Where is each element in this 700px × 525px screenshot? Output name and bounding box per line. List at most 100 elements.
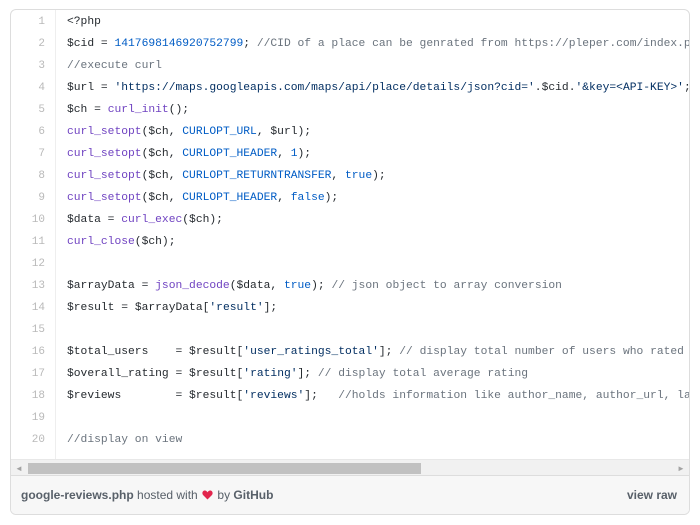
code-token: 'rating': [243, 368, 298, 380]
line-number[interactable]: 6: [11, 121, 45, 143]
code-line: 16 $total_users = $result['user_ratings_t…: [11, 341, 689, 363]
code-token: =: [94, 38, 115, 50]
code-text: curl_setopt($ch, CURLOPT_RETURNTRANSFER,…: [56, 165, 386, 187]
code-token: =: [134, 280, 156, 292]
line-number[interactable]: 18: [11, 385, 45, 407]
code-text: curl_setopt($ch, CURLOPT_HEADER, 1);: [56, 143, 311, 165]
code-line: 7 curl_setopt($ch, CURLOPT_HEADER, 1);: [11, 143, 689, 165]
code-line: 4 $url = 'https://maps.googleapis.com/map…: [11, 77, 689, 99]
code-text: curl_close($ch);: [56, 231, 175, 253]
code-token: json_decode: [155, 280, 230, 292]
line-number[interactable]: 20: [11, 429, 45, 451]
code-token: curl_setopt: [67, 148, 142, 160]
code-token: $data: [67, 214, 101, 226]
code-token: $arrayData: [134, 302, 203, 314]
code-token: CURLOPT_RETURNTRANSFER: [182, 170, 332, 182]
line-number[interactable]: 3: [11, 55, 45, 77]
line-number[interactable]: 9: [11, 187, 45, 209]
code-token: CURLOPT_HEADER: [182, 148, 278, 160]
line-number[interactable]: 19: [11, 407, 45, 429]
code-view: 1 <?php 2 $cid = 1417698146920752799; //CID…: [11, 10, 689, 459]
line-number[interactable]: 8: [11, 165, 45, 187]
code-token: 'reviews': [243, 390, 305, 402]
code-line: 10 $data = curl_exec($ch);: [11, 209, 689, 231]
code-token: );: [297, 148, 312, 160]
line-number[interactable]: 10: [11, 209, 45, 231]
code-token: =: [121, 390, 190, 402]
code-token: $cid: [67, 38, 95, 50]
code-token: .: [534, 82, 542, 94]
code-text: $data = curl_exec($ch);: [56, 209, 223, 231]
gist-embed: 1 <?php 2 $cid = 1417698146920752799; //CID…: [10, 9, 690, 515]
gist-footer: google-reviews.php hosted with by GitHub…: [11, 475, 689, 514]
code-token: //display on view: [67, 434, 183, 446]
code-token: $cid: [541, 82, 569, 94]
code-line: 13 $arrayData = json_decode($data, true);…: [11, 275, 689, 297]
line-number[interactable]: 15: [11, 319, 45, 341]
code-line: 1 <?php: [11, 11, 689, 33]
line-number[interactable]: 12: [11, 253, 45, 275]
code-line: 9 curl_setopt($ch, CURLOPT_HEADER, false)…: [11, 187, 689, 209]
code-text: curl_setopt($ch, CURLOPT_HEADER, false);: [56, 187, 338, 209]
hosted-with-text: hosted with: [133, 488, 202, 502]
code-token: );: [311, 280, 332, 292]
code-token: //holds information like author_name, au…: [338, 390, 689, 402]
code-token: ,: [168, 192, 183, 204]
code-token: curl_close: [67, 236, 135, 248]
code-line: 2 $cid = 1417698146920752799; //CID of a …: [11, 33, 689, 55]
line-number[interactable]: 5: [11, 99, 45, 121]
code-token: $data: [236, 280, 271, 292]
code-token: =: [87, 104, 108, 116]
code-token: $ch: [67, 104, 88, 116]
code-token: );: [324, 192, 339, 204]
code-token: $result: [189, 368, 237, 380]
code-token: 1: [290, 148, 298, 160]
line-number[interactable]: 2: [11, 33, 45, 55]
code-line: 8 curl_setopt($ch, CURLOPT_RETURNTRANSFER…: [11, 165, 689, 187]
heart-icon: [202, 477, 213, 500]
view-raw-link[interactable]: view raw: [627, 476, 677, 514]
code-token: ,: [277, 148, 291, 160]
code-line: 18 $reviews = $result['reviews']; //holds…: [11, 385, 689, 407]
code-line: 5 $ch = curl_init();: [11, 99, 689, 121]
line-number[interactable]: 14: [11, 297, 45, 319]
by-text: by: [214, 488, 234, 502]
line-number[interactable]: 13: [11, 275, 45, 297]
code-token: true: [283, 280, 312, 292]
code-token: =: [114, 302, 135, 314]
scrollbar-thumb[interactable]: [28, 463, 421, 474]
code-token: $result: [189, 390, 237, 402]
code-token: true: [344, 170, 373, 182]
code-text: <?php: [56, 11, 101, 33]
gist-meta: google-reviews.php hosted with by GitHub: [21, 476, 273, 514]
code-token: ,: [331, 170, 345, 182]
code-token: );: [372, 170, 386, 182]
code-token: );: [161, 236, 176, 248]
code-token: );: [297, 126, 312, 138]
code-token: // json object to array conversion: [331, 280, 562, 292]
code-token: ];: [378, 346, 400, 358]
code-token: =: [168, 368, 190, 380]
code-token: <?php: [67, 16, 101, 28]
code-token: ,: [168, 126, 183, 138]
github-link[interactable]: GitHub: [233, 488, 273, 502]
file-name-link[interactable]: google-reviews.php: [21, 488, 134, 502]
line-number[interactable]: 4: [11, 77, 45, 99]
line-number[interactable]: 17: [11, 363, 45, 385]
code-token: =: [148, 346, 190, 358]
line-number[interactable]: 1: [11, 11, 45, 33]
code-token: // display total average rating: [317, 368, 529, 380]
code-token: $overall_rating: [67, 368, 169, 380]
line-number[interactable]: 11: [11, 231, 45, 253]
code-token: curl_setopt: [67, 192, 142, 204]
code-line: 14 $result = $arrayData['result'];: [11, 297, 689, 319]
line-number[interactable]: 16: [11, 341, 45, 363]
code-line: 15: [11, 319, 689, 341]
code-text: $overall_rating = $result['rating']; // …: [56, 363, 528, 385]
line-number[interactable]: 7: [11, 143, 45, 165]
code-token: $url: [270, 126, 298, 138]
code-token: false: [290, 192, 325, 204]
